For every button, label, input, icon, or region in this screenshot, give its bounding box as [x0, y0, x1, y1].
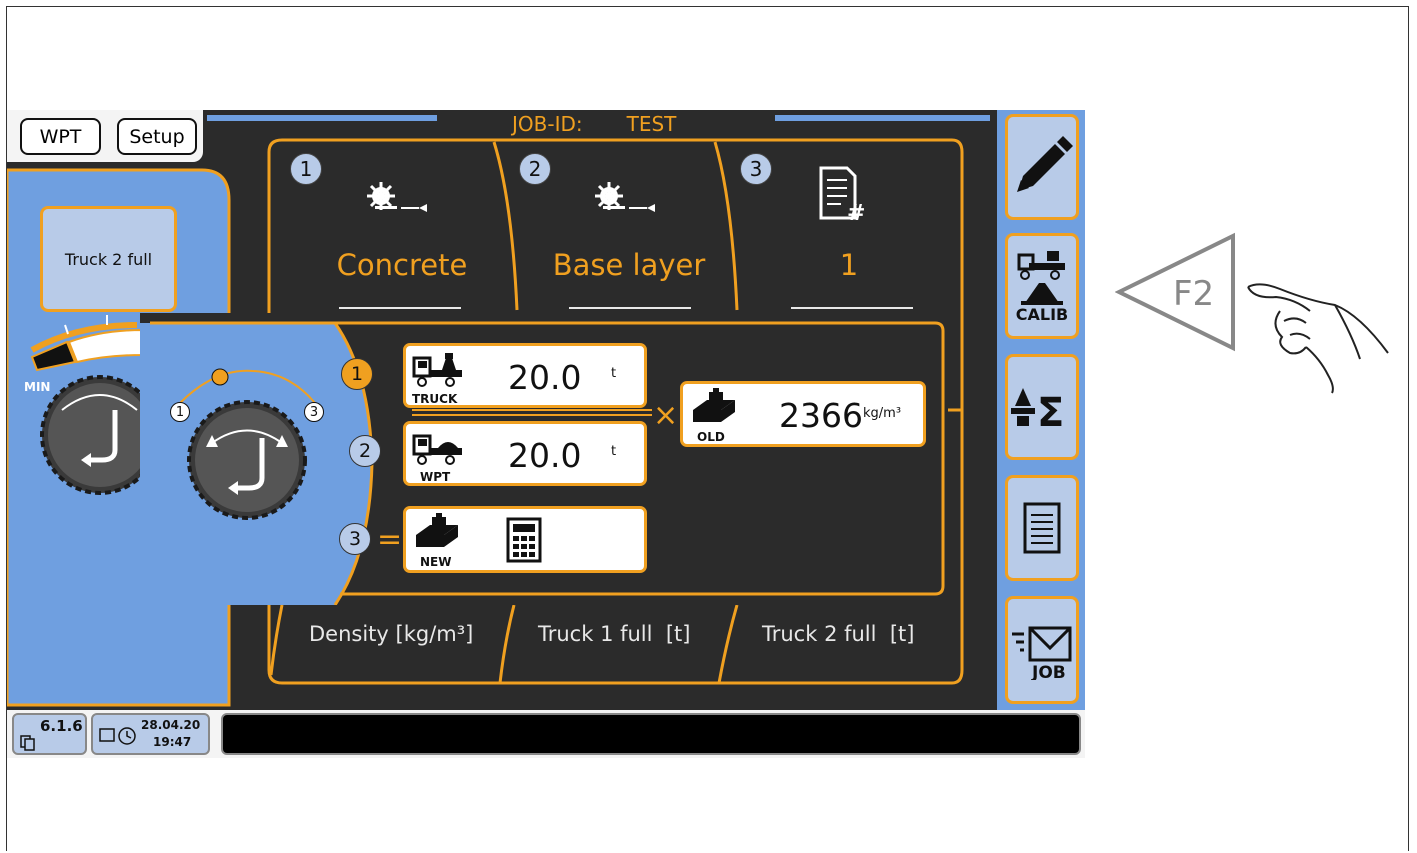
truck-2-full-button[interactable]: Truck 2 full: [40, 206, 177, 312]
wpt-truck-icon: [412, 434, 462, 465]
calib-label: CALIB: [1015, 304, 1069, 324]
footer-density: Density [kg/m³]: [309, 622, 474, 646]
knob-position-1: 1: [170, 402, 190, 422]
footer-truck-2: Truck 2 full [t]: [762, 622, 915, 646]
column-3-number: 3: [740, 153, 772, 185]
calculator-icon: [506, 517, 542, 563]
old-density-field[interactable]: OLD 2366 kg/m³: [680, 381, 926, 447]
old-density-value: 2366: [779, 396, 863, 435]
wpt-weight-value: 20.0: [508, 436, 582, 475]
sidebar-calib-button[interactable]: CALIB: [1005, 233, 1079, 339]
datetime-box[interactable]: 28.04.20 19:47: [91, 713, 210, 755]
knob-position-3: 3: [304, 402, 324, 422]
multiply-sign: ×: [653, 398, 679, 433]
calib-icon: [1017, 250, 1065, 305]
job-label: JOB: [1031, 663, 1066, 680]
version-box[interactable]: 6.1.6: [12, 713, 87, 755]
svg-text:#: #: [847, 201, 865, 222]
sidebar-job-button[interactable]: JOB: [1005, 596, 1079, 704]
wpt-weight-field[interactable]: WPT 20.0 t: [403, 421, 647, 486]
column-2-number: 2: [519, 153, 551, 185]
column-3-underline: [791, 307, 913, 309]
pencil-icon: [1017, 136, 1073, 192]
clock-icon: [99, 727, 136, 745]
device-screen: WPT Setup JOB-ID:TEST Truck 2 full MIN: [7, 110, 1085, 758]
column-1-value[interactable]: Concrete: [302, 248, 502, 282]
sidebar-list-button[interactable]: [1005, 475, 1079, 581]
old-scale-icon: [693, 388, 735, 422]
old-density-unit: kg/m³: [863, 406, 902, 421]
truck-caption: TRUCK: [412, 392, 458, 406]
copy-icon: [20, 735, 35, 751]
time-text: 19:47: [153, 735, 192, 749]
f2-key-label: F2: [1173, 274, 1215, 314]
date-text: 28.04.20: [141, 718, 201, 732]
new-density-field[interactable]: NEW: [403, 506, 647, 573]
column-2-value[interactable]: Base layer: [529, 248, 729, 282]
sidebar-totals-button[interactable]: Σ: [1005, 354, 1079, 460]
sum-icon: Σ: [1011, 388, 1064, 432]
new-caption: NEW: [420, 555, 452, 569]
truck-weight-value: 20.0: [508, 358, 582, 397]
wpt-caption: WPT: [420, 470, 451, 484]
milling-icon-1: [367, 182, 427, 212]
column-1-underline: [339, 307, 461, 309]
old-caption: OLD: [697, 430, 725, 444]
document-number-icon: #: [819, 166, 865, 222]
step-3-indicator: 3: [339, 523, 371, 555]
list-icon: [1023, 502, 1061, 554]
sidebar-edit-button[interactable]: [1005, 114, 1079, 220]
milling-icon-2: [595, 182, 655, 212]
footer-truck-1: Truck 1 full [t]: [538, 622, 691, 646]
new-scale-icon: [416, 513, 458, 547]
min-label: MIN: [24, 380, 51, 394]
truck-scale-icon: [412, 353, 462, 387]
job-mail-icon: JOB: [1012, 626, 1072, 680]
column-3-value[interactable]: 1: [749, 248, 949, 282]
step-1-indicator: 1: [341, 358, 373, 390]
pointing-hand-icon: [1247, 283, 1389, 394]
version-text: 6.1.6: [40, 717, 83, 735]
column-1-number: 1: [290, 153, 322, 185]
svg-text:Σ: Σ: [1037, 390, 1064, 432]
truck-weight-field[interactable]: TRUCK 20.0 t: [403, 343, 647, 408]
truck-weight-unit: t: [611, 366, 617, 381]
column-2-underline: [569, 307, 691, 309]
step-2-indicator: 2: [349, 435, 381, 467]
message-bar: [221, 713, 1081, 755]
wpt-weight-unit: t: [611, 444, 617, 459]
equals-sign: =: [377, 522, 403, 557]
